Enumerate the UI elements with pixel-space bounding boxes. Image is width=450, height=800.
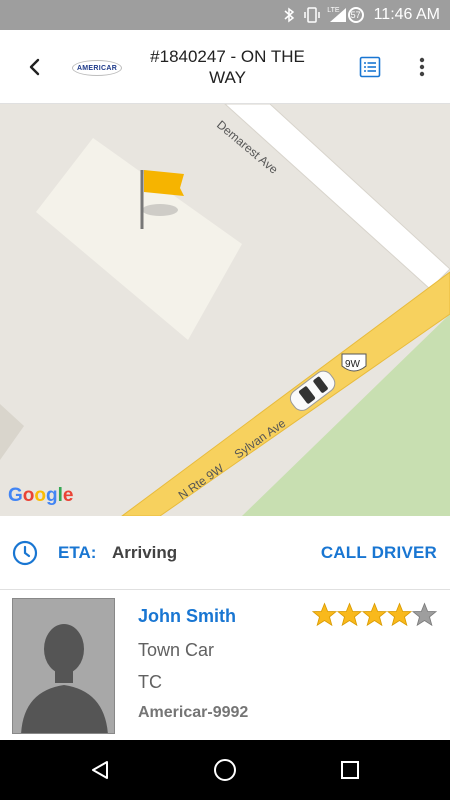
google-attribution: Google	[8, 485, 73, 506]
bluetooth-icon	[283, 7, 295, 23]
network-label: LTE	[327, 6, 340, 14]
signal-icon: LTE	[327, 6, 347, 23]
building-lot	[36, 138, 242, 340]
nav-home-button[interactable]	[210, 755, 240, 785]
route-shield-label: 9W	[345, 359, 361, 370]
driver-card: John Smith Town Car TC Americar-9992	[0, 590, 450, 740]
vibrate-icon	[303, 7, 321, 23]
star-icon	[312, 602, 337, 627]
back-arrow-icon	[29, 58, 40, 76]
nav-recents-button[interactable]	[335, 755, 365, 785]
nav-back-button[interactable]	[85, 755, 115, 785]
app-bar: AMERICAR #1840247 - ON THE WAY	[0, 30, 450, 104]
driver-rating	[312, 602, 437, 627]
call-driver-button[interactable]: CALL DRIVER	[321, 543, 437, 563]
driver-avatar	[12, 598, 115, 734]
nav-home-icon	[214, 759, 236, 781]
battery-level: 57	[350, 10, 361, 20]
status-time: 11:46 AM	[373, 6, 440, 23]
back-button[interactable]	[18, 50, 52, 84]
star-icon	[387, 602, 412, 627]
driver-name[interactable]: John Smith	[138, 606, 236, 627]
eta-row: ETA: Arriving CALL DRIVER	[0, 516, 450, 590]
more-vertical-icon	[419, 57, 425, 77]
eta-value: Arriving	[112, 543, 178, 562]
list-icon	[359, 56, 381, 78]
clock-icon	[12, 540, 38, 566]
person-silhouette-icon	[13, 599, 114, 733]
star-icon	[337, 602, 362, 627]
more-options-button[interactable]	[410, 52, 434, 82]
nav-recents-icon	[341, 761, 359, 779]
star-icon	[412, 602, 437, 627]
eta-label: ETA:	[58, 543, 97, 562]
system-nav-bar	[0, 740, 450, 800]
vehicle-type: Town Car	[138, 640, 215, 660]
route-shield-9w: 9W	[341, 353, 367, 372]
americar-logo: AMERICAR	[72, 60, 122, 76]
vehicle-code: TC	[138, 672, 162, 692]
page-title: #1840247 - ON THE WAY	[150, 47, 305, 87]
vehicle-id: Americar-9992	[138, 704, 249, 721]
trip-details-button[interactable]	[355, 52, 385, 82]
status-bar: LTE 57 11:46 AM	[0, 0, 450, 30]
map-view[interactable]: Demarest Ave Sylvan Ave N Rte 9W 9W Goog…	[0, 104, 450, 516]
battery-icon: 57	[347, 7, 364, 23]
nav-back-icon	[92, 761, 108, 779]
demarest-ave-road	[224, 104, 450, 290]
star-icon	[362, 602, 387, 627]
building-corner	[0, 404, 24, 460]
logo-text: AMERICAR	[76, 64, 118, 72]
